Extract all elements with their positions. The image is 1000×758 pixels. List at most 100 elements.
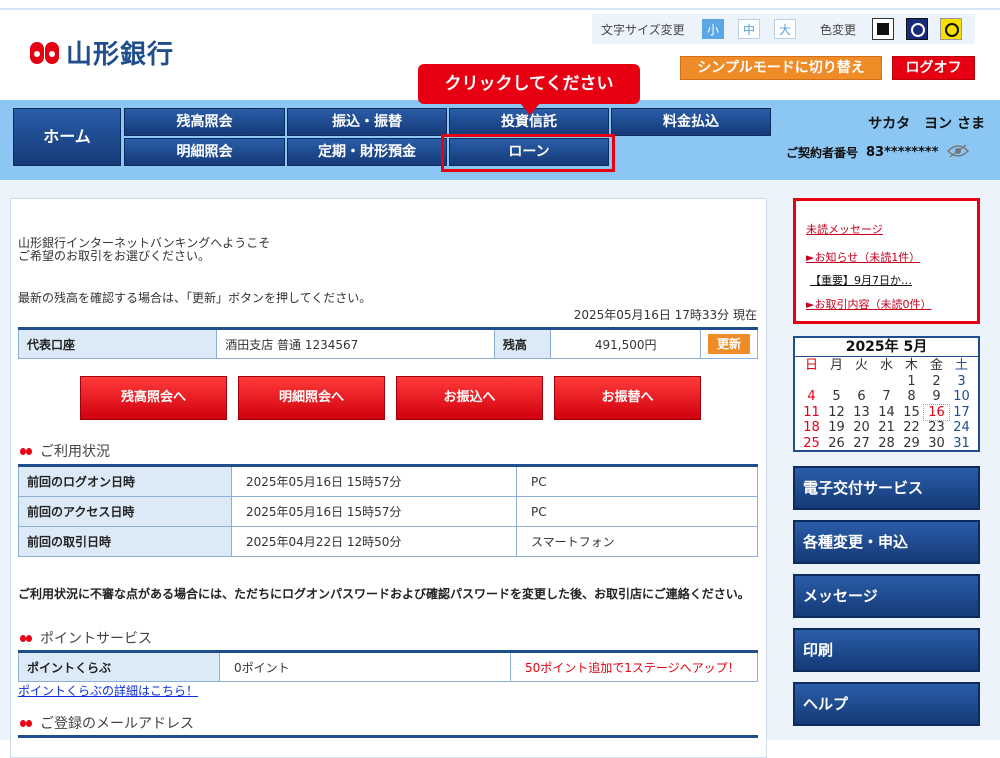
calendar-empty-cell	[799, 374, 824, 390]
refresh-button[interactable]: 更新	[708, 334, 750, 354]
eye-icon[interactable]	[946, 144, 969, 161]
calendar-title: 2025年 5月	[795, 338, 978, 357]
calendar-day: 30	[928, 435, 945, 451]
message-box: 未読メッセージ ►お知らせ（未読1件） 【重要】9月7日か… ►お取引内容（未読…	[793, 198, 980, 324]
usage-device: PC	[516, 496, 758, 527]
cherry-icon	[20, 718, 34, 728]
usage-label: 前回のログオン日時	[18, 465, 232, 497]
user-name: サカタ ヨン さま	[868, 116, 985, 132]
calendar-day: 22	[903, 420, 920, 435]
usage-datetime: 2025年05月16日 15時57分	[231, 496, 517, 527]
side-messages-button[interactable]: メッセージ	[793, 574, 980, 618]
usage-device: スマートフォン	[516, 526, 758, 557]
side-e-delivery-button[interactable]: 電子交付サービス	[793, 466, 980, 510]
calendar-day: 19	[828, 420, 845, 435]
table-row: 前回の取引日時 2025年04月22日 12時50分 スマートフォン	[18, 526, 758, 557]
account-branch: 酒田支店 普通 1234567	[216, 328, 495, 359]
color-yellow-button[interactable]	[940, 18, 962, 40]
side-changes-applications-button[interactable]: 各種変更・申込	[793, 520, 980, 564]
points-section-title: ポイントサービス	[20, 628, 152, 648]
calendar-day: 28	[878, 435, 895, 451]
calendar-day: 13	[853, 404, 870, 420]
balance-label: 残高	[493, 328, 552, 359]
unread-messages-link[interactable]: 未読メッセージ	[806, 221, 883, 237]
tooltip-arrow	[520, 103, 540, 115]
account-table: 代表口座 酒田支店 普通 1234567 残高 491,500円 更新	[17, 327, 758, 359]
contract-number-row: ご契約者番号 83********	[786, 144, 969, 161]
cherry-icon	[20, 446, 34, 456]
calendar-grid: 日 月 火 水 木 金 土 1 2 3 4 5 6 7 8 9 10 11 12 13 14 15 16 17 1…	[795, 357, 978, 451]
contract-number: 83********	[866, 145, 939, 160]
calendar-day: 4	[807, 389, 816, 404]
welcome-line-2: ご希望のお取引をお選びください。	[18, 249, 211, 263]
calendar-day: 11	[803, 404, 820, 420]
notice-link[interactable]: ►お知らせ（未読1件）	[806, 249, 920, 265]
color-black-button[interactable]	[872, 18, 894, 40]
nav-bill-payment[interactable]: 料金払込	[611, 108, 771, 136]
calendar-day: 21	[878, 420, 895, 435]
font-size-label: 文字サイズ変更	[601, 23, 685, 37]
bank-logo[interactable]: 山形銀行	[30, 34, 174, 71]
calendar: 2025年 5月 日 月 火 水 木 金 土 1 2 3 4 5 6 7 8 9 10 11 12 13…	[793, 336, 980, 452]
statement-inquiry-button[interactable]: 明細照会へ	[238, 376, 385, 420]
account-transfer-button[interactable]: お振替へ	[554, 376, 701, 420]
usage-table: 前回のログオン日時 2025年05月16日 15時57分 PC 前回のアクセス日…	[18, 464, 758, 557]
font-size-small-button[interactable]: 小	[702, 19, 724, 39]
balance-timestamp: 2025年05月16日 17時33分 現在	[573, 308, 757, 322]
points-promo: 50ポイント追加で1ステージへアップ！	[510, 651, 758, 682]
color-blue-button[interactable]	[906, 18, 928, 40]
usage-title-text: ご利用状況	[40, 444, 110, 460]
side-help-button[interactable]: ヘルプ	[793, 682, 980, 726]
welcome-text: 山形銀行インターネットバンキングへようこそ ご希望のお取引をお選びください。	[18, 237, 270, 263]
transactions-link[interactable]: ►お取引内容（未読0件）	[806, 296, 931, 312]
calendar-empty-cell	[824, 374, 849, 390]
points-title-text: ポイントサービス	[40, 631, 152, 647]
usage-section-title: ご利用状況	[20, 441, 110, 461]
font-size-large-button[interactable]: 大	[774, 19, 796, 39]
email-table-top-border	[18, 735, 758, 738]
points-value: 0ポイント	[219, 651, 511, 682]
points-detail-link[interactable]: ポイントくらぶの詳細はこちら！	[18, 682, 198, 699]
usage-label: 前回の取引日時	[18, 526, 232, 557]
calendar-day: 16	[923, 403, 950, 421]
bank-name: 山形銀行	[66, 40, 175, 70]
notice-item-link[interactable]: 【重要】9月7日か…	[810, 272, 912, 288]
calendar-day: 29	[903, 435, 920, 451]
weekday-label: 木	[904, 358, 918, 373]
calendar-day: 1	[907, 373, 916, 389]
transfer-button[interactable]: お振込へ	[396, 376, 543, 420]
calendar-day: 31	[953, 435, 970, 451]
weekday-label: 火	[854, 358, 868, 373]
account-label: 代表口座	[17, 328, 218, 359]
balance-inquiry-button[interactable]: 残高照会へ	[80, 376, 227, 420]
nav-transfer[interactable]: 振込・振替	[287, 108, 447, 136]
nav-time-deposit[interactable]: 定期・財形預金	[287, 138, 447, 166]
email-section-title: ご登録のメールアドレス	[20, 713, 194, 733]
cherry-logo-icon	[30, 40, 60, 66]
weekday-label: 日	[804, 358, 818, 373]
refresh-note: 最新の残高を確認する場合は、「更新」ボタンを押してください。	[18, 291, 372, 305]
nav-home[interactable]: ホーム	[13, 108, 121, 166]
side-print-button[interactable]: 印刷	[793, 628, 980, 672]
usage-label: 前回のアクセス日時	[18, 496, 232, 527]
calendar-day: 15	[903, 404, 920, 420]
weekday-label: 土	[954, 358, 968, 373]
nav-balance-inquiry[interactable]: 残高照会	[124, 108, 285, 136]
calendar-day: 9	[932, 389, 941, 404]
calendar-day: 20	[853, 420, 870, 435]
contract-label: ご契約者番号	[786, 146, 859, 160]
email-title-text: ご登録のメールアドレス	[40, 716, 194, 732]
nav-statement-inquiry[interactable]: 明細照会	[124, 138, 285, 166]
calendar-day: 27	[853, 435, 870, 451]
weekday-label: 金	[929, 358, 943, 373]
table-row: 前回のログオン日時 2025年05月16日 15時57分 PC	[18, 465, 758, 497]
calendar-empty-cell	[849, 374, 874, 390]
simple-mode-button[interactable]: シンプルモードに切り替え	[680, 56, 882, 80]
usage-datetime: 2025年04月22日 12時50分	[231, 526, 517, 557]
font-size-medium-button[interactable]: 中	[738, 19, 760, 39]
calendar-day: 23	[928, 420, 945, 435]
weekday-label: 月	[829, 358, 843, 373]
table-row: 前回のアクセス日時 2025年05月16日 15時57分 PC	[18, 496, 758, 527]
weekday-label: 水	[879, 358, 893, 373]
logout-button[interactable]: ログオフ	[892, 56, 975, 80]
